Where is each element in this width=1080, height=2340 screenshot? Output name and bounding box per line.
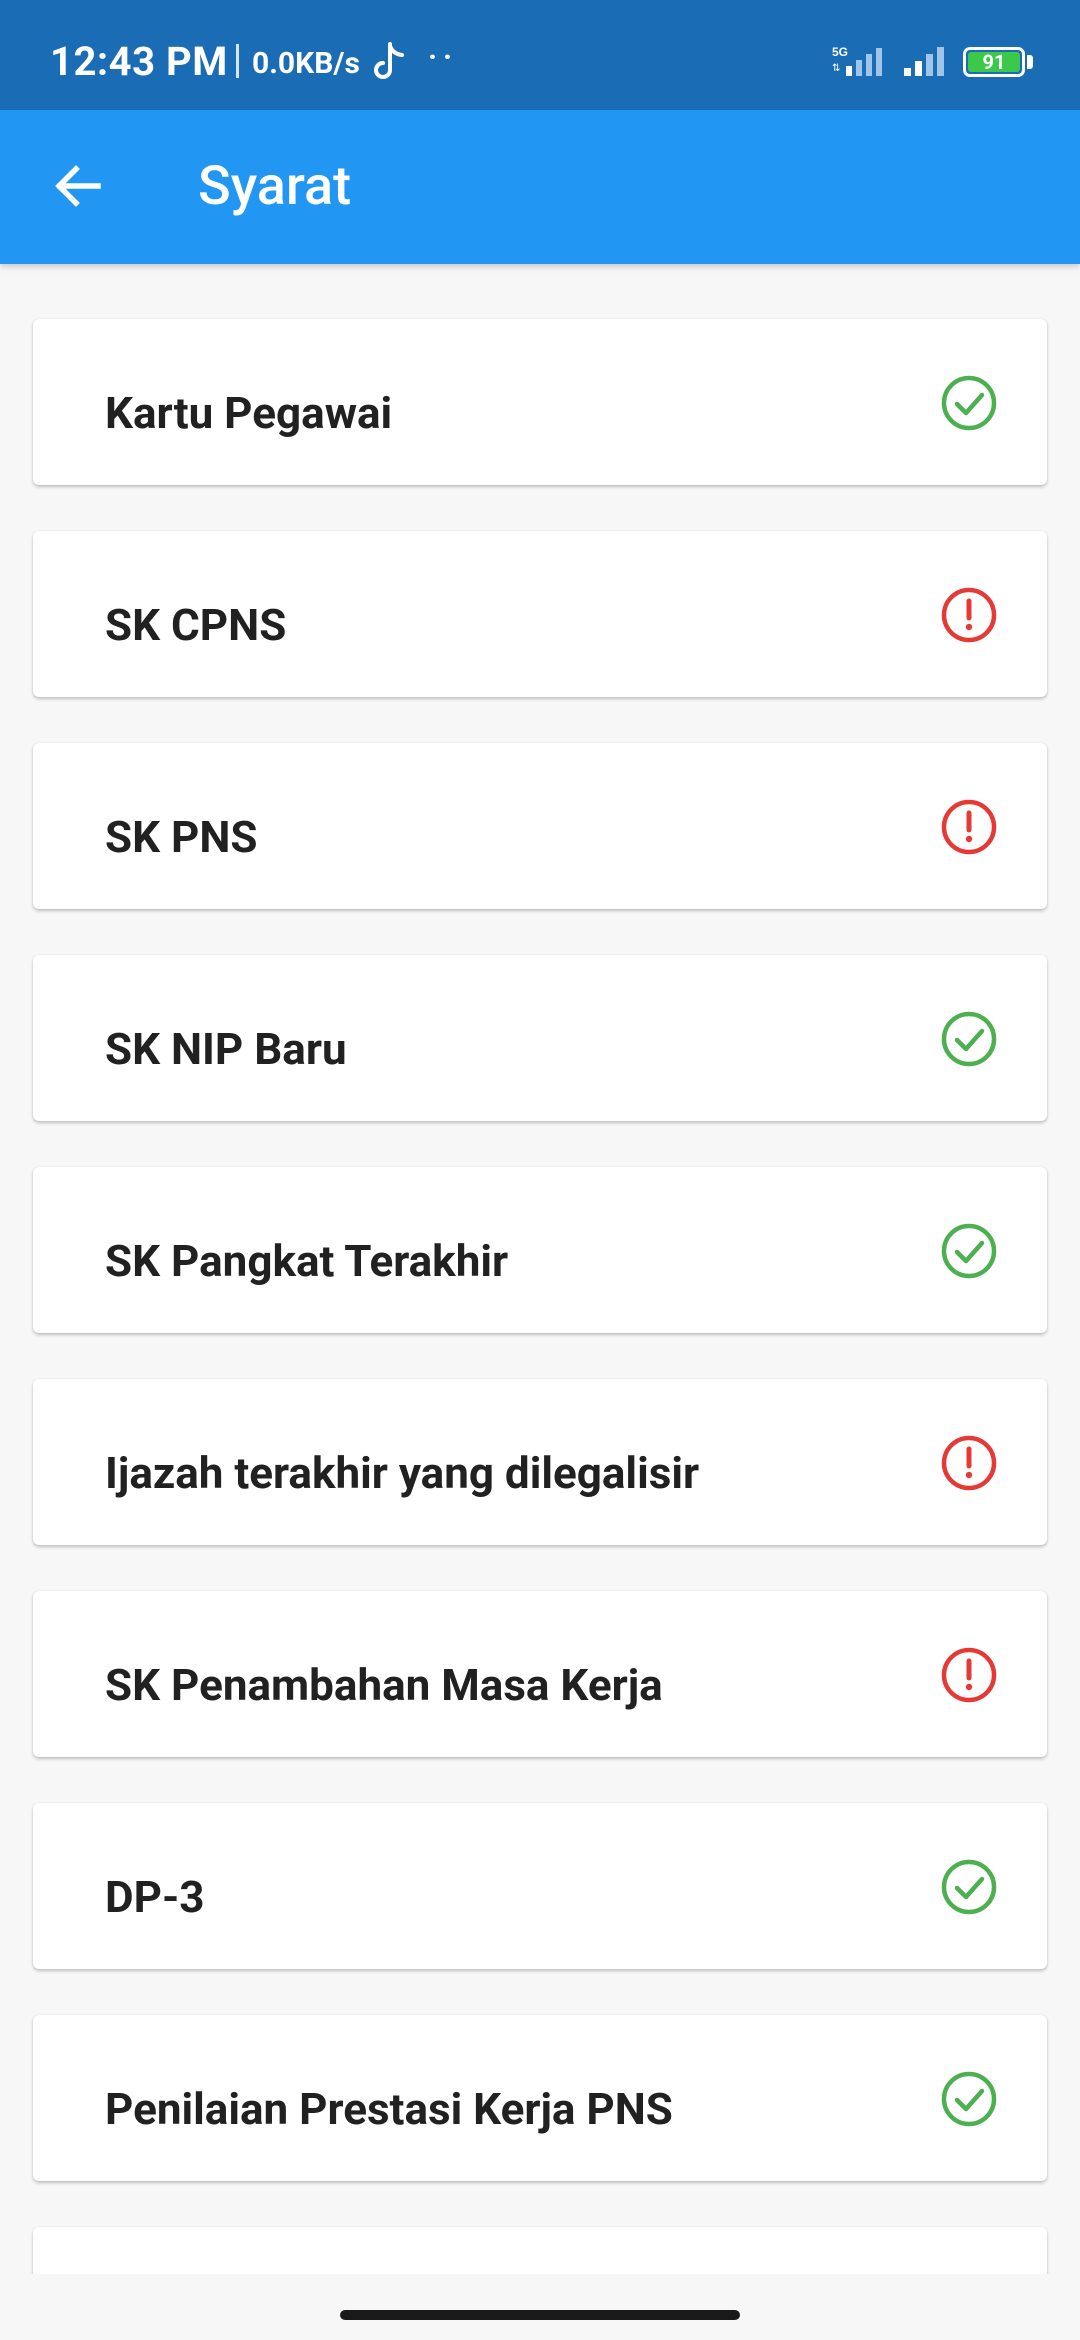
check-circle-icon [941, 375, 997, 431]
check-circle-icon [941, 1859, 997, 1915]
status-time: 12:43 PM [50, 38, 228, 85]
home-indicator[interactable] [340, 2310, 740, 2320]
requirement-card-sk-pangkat-terakhir[interactable]: SK Pangkat Terakhir [33, 1167, 1047, 1333]
network-type-label: 5G [832, 45, 848, 59]
battery-tip [1027, 55, 1033, 69]
status-bar: 12:43 PM 0.0KB/s ·· 5G ⇅ 91 [0, 0, 1080, 110]
notification-dots: ·· [428, 40, 459, 75]
requirement-label: Penilaian Prestasi Kerja PNS [105, 2083, 673, 2135]
battery-icon: 91 [963, 47, 1025, 77]
requirement-label: Ijazah terakhir yang dilegalisir [105, 1447, 700, 1499]
check-circle-icon [941, 2071, 997, 2127]
requirement-card-sk-pns[interactable]: SK PNS [33, 743, 1047, 909]
requirement-card-sk-penambahan-masa-kerja[interactable]: SK Penambahan Masa Kerja [33, 1591, 1047, 1757]
back-button[interactable] [36, 144, 120, 228]
requirement-card-dp-3[interactable]: DP-3 [33, 1803, 1047, 1969]
battery-level: 91 [968, 52, 1020, 72]
signal-icon [904, 47, 944, 76]
alert-circle-icon [941, 1435, 997, 1491]
arrow-left-icon [55, 165, 101, 207]
requirement-card-penilaian-prestasi-kerja[interactable]: Penilaian Prestasi Kerja PNS [33, 2015, 1047, 2181]
requirement-label: SK NIP Baru [105, 1023, 347, 1075]
svg-text:⇅: ⇅ [832, 63, 840, 74]
page-title: Syarat [198, 155, 352, 218]
requirement-label: SK Pangkat Terakhir [105, 1235, 509, 1287]
tiktok-icon [374, 42, 404, 79]
status-separator [236, 44, 239, 78]
requirement-label: SK CPNS [105, 599, 287, 651]
requirement-label: Kartu Pegawai [105, 387, 393, 439]
alert-circle-icon [941, 587, 997, 643]
check-circle-icon [941, 1223, 997, 1279]
signal-5g-icon: 5G ⇅ [832, 45, 882, 76]
requirement-card-sk-cpns[interactable]: SK CPNS [33, 531, 1047, 697]
requirement-label: DP-3 [105, 1871, 205, 1923]
requirement-label: SK Penambahan Masa Kerja [105, 1659, 663, 1711]
requirement-card-ijazah-terakhir[interactable]: Ijazah terakhir yang dilegalisir [33, 1379, 1047, 1545]
check-circle-icon [941, 1011, 997, 1067]
requirement-label: SK PNS [105, 811, 258, 863]
requirements-list[interactable]: Kartu Pegawai SK CPNS SK PNS SK NIP Baru… [0, 264, 1080, 2274]
network-speed: 0.0KB/s [252, 46, 360, 81]
alert-circle-icon [941, 1647, 997, 1703]
requirement-card-kartu-pegawai[interactable]: Kartu Pegawai [33, 319, 1047, 485]
requirement-card-partial[interactable] [33, 2227, 1047, 2274]
app-bar: Syarat [0, 110, 1080, 264]
alert-circle-icon [941, 799, 997, 855]
requirement-card-sk-nip-baru[interactable]: SK NIP Baru [33, 955, 1047, 1121]
